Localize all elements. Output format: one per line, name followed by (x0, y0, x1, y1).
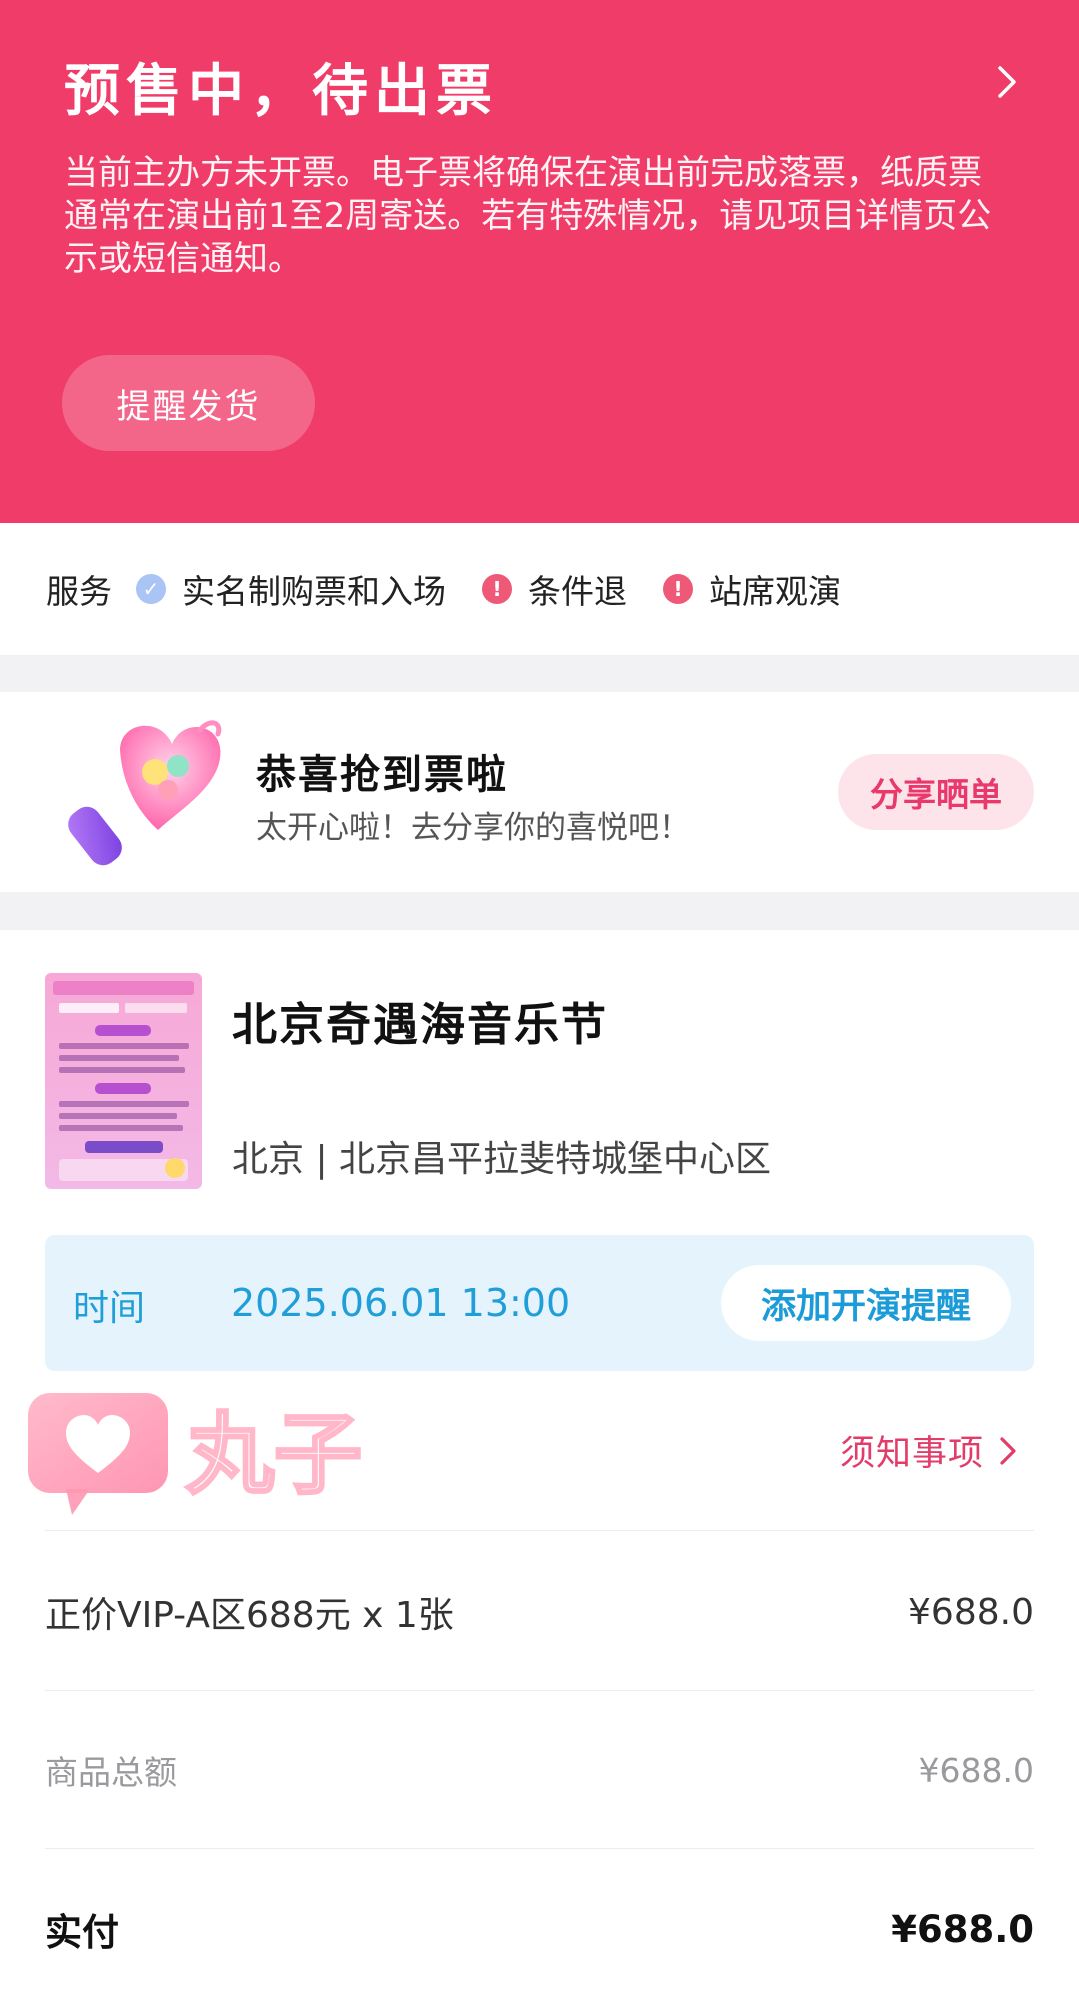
service-item-standing: ! 站席观演 (663, 565, 841, 613)
congrats-title: 恭喜抢到票啦 (256, 752, 508, 798)
congrats-subtitle: 太开心啦！去分享你的喜悦吧！ (256, 810, 690, 846)
order-status-header: 预售中，待出票 当前主办方未开票。电子票将确保在演出前完成落票，纸质票通常在演出… (0, 0, 1079, 523)
subtotal-amount: ¥688.0 (918, 1750, 1034, 1790)
time-value: 2025.06.01 13:00 (231, 1281, 571, 1325)
status-description: 当前主办方未开票。电子票将确保在演出前完成落票，纸质票通常在演出前1至2周寄送。… (64, 153, 992, 279)
service-item-label: 条件退 (528, 572, 627, 611)
service-label: 服务 (46, 572, 112, 611)
subtotal-row: 商品总额 ¥688.0 (45, 1746, 1034, 1794)
service-item-label: 站席观演 (709, 572, 841, 611)
service-row[interactable]: 服务 ✓ 实名制购票和入场 ! 条件退 ! 站席观演 (0, 523, 1079, 655)
congrats-card: 恭喜抢到票啦 太开心啦！去分享你的喜悦吧！ 分享晒单 (0, 692, 1079, 892)
chevron-right-icon[interactable] (986, 62, 1026, 102)
exclamation-circle-icon: ! (663, 574, 693, 604)
service-item-refund: ! 条件退 (482, 565, 627, 613)
paid-label: 实付 (45, 1911, 119, 1954)
ticket-line-amount: ¥688.0 (908, 1591, 1034, 1633)
chevron-right-icon (1000, 1436, 1016, 1465)
divider (45, 1690, 1034, 1691)
order-card: 北京奇遇海音乐节 北京 | 北京昌平拉斐特城堡中心区 时间 2025.06.01… (0, 930, 1079, 2004)
share-button[interactable]: 分享晒单 (838, 754, 1034, 830)
status-title: 预售中，待出票 (64, 59, 498, 124)
notice-link-label: 须知事项 (840, 1434, 985, 1474)
event-title[interactable]: 北京奇遇海音乐节 (232, 988, 608, 1053)
paid-amount: ¥688.0 (891, 1907, 1034, 1951)
watermark-text: 丸子 (185, 1403, 362, 1506)
notice-link[interactable]: 须知事项 (840, 1425, 1018, 1476)
exclamation-circle-icon: ! (482, 574, 512, 604)
paid-row: 实付 ¥688.0 (45, 1902, 1034, 1956)
service-item-label: 实名制购票和入场 (182, 572, 446, 611)
event-venue: 北京 | 北京昌平拉斐特城堡中心区 (232, 1139, 772, 1180)
service-item-real-name: ✓ 实名制购票和入场 (136, 565, 446, 613)
event-poster-image[interactable] (45, 973, 202, 1189)
show-time-box: 时间 2025.06.01 13:00 添加开演提醒 (45, 1235, 1034, 1371)
light-stick-icon (68, 720, 222, 866)
check-circle-icon: ✓ (136, 574, 166, 604)
remind-shipping-button[interactable]: 提醒发货 (62, 355, 315, 451)
ticket-line-label: 正价VIP-A区688元 x 1张 (45, 1595, 454, 1636)
time-label: 时间 (73, 1288, 146, 1329)
divider (45, 1848, 1034, 1849)
divider (45, 1530, 1034, 1531)
add-reminder-button[interactable]: 添加开演提醒 (721, 1265, 1011, 1341)
subtotal-label: 商品总额 (45, 1753, 177, 1792)
ticket-line-row: 正价VIP-A区688元 x 1张 ¥688.0 (45, 1586, 1034, 1638)
watermark-logo: 丸子 (28, 1393, 364, 1515)
